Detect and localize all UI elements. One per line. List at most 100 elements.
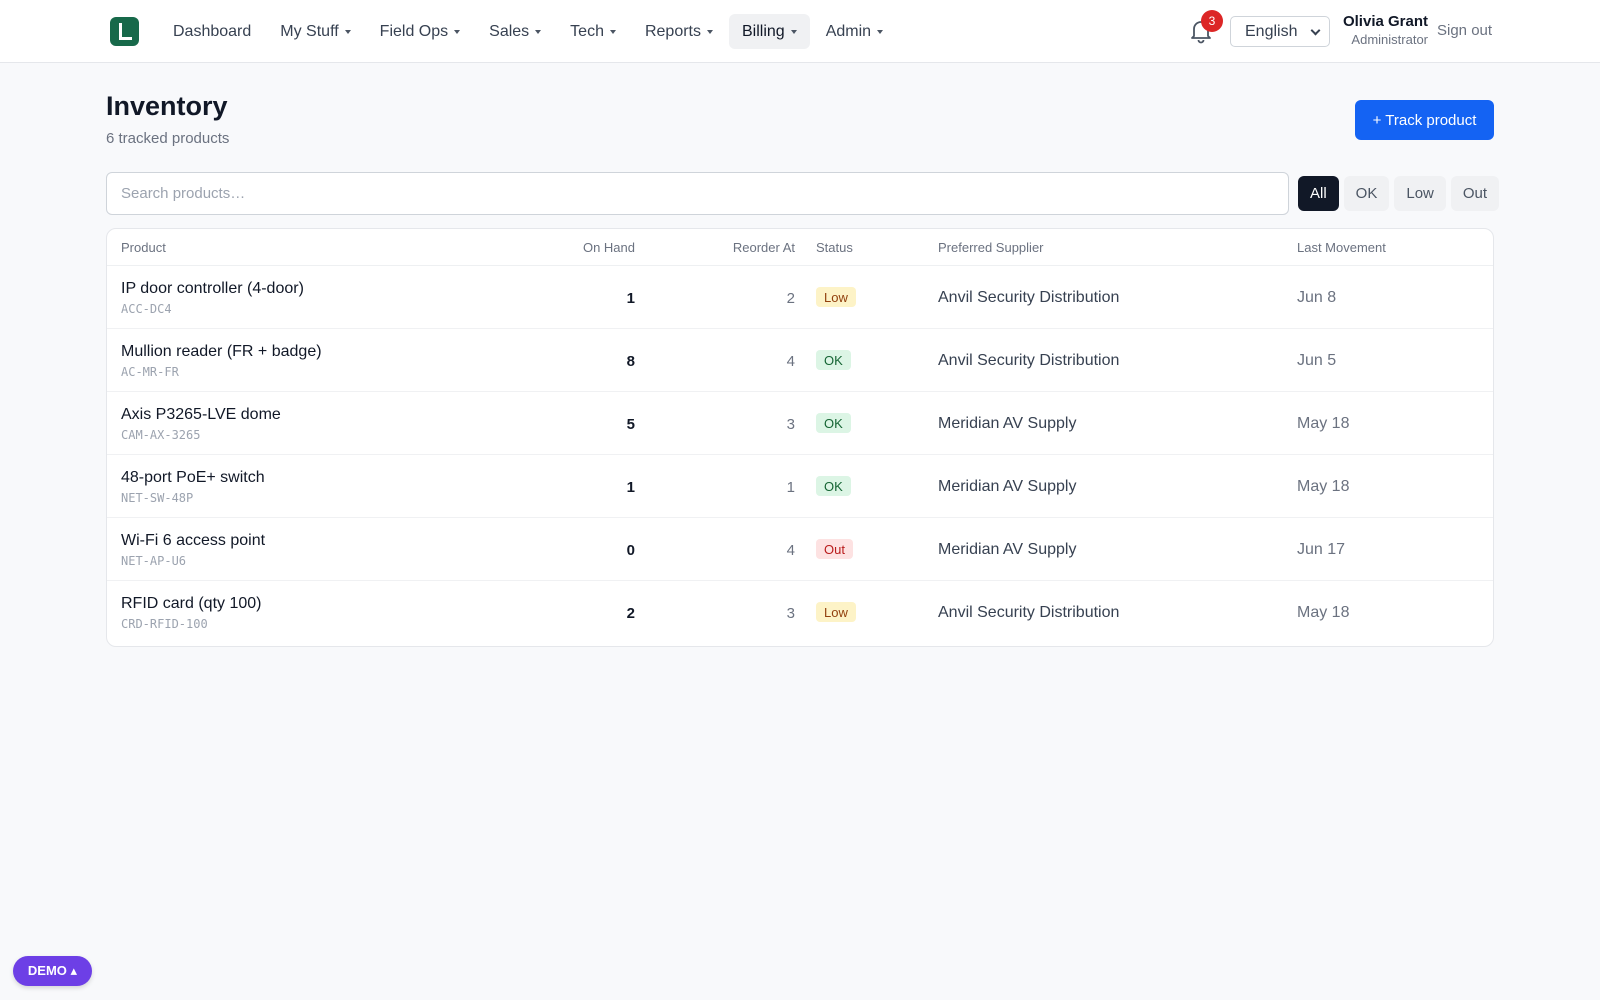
status-badge: Low [816,602,856,622]
last-movement-date: Jun 17 [1297,541,1346,558]
supplier-name: Meridian AV Supply [938,415,1077,432]
status-badge: OK [816,350,851,370]
caret-down-icon [454,30,461,34]
reorder-at-value: 4 [786,353,795,370]
nav-item-label: My Stuff [280,22,339,40]
nav-item-label: Admin [825,22,872,40]
search-placeholder: Search products… [121,185,246,202]
inventory-table: Product On Hand Reorder At Status Prefer… [106,228,1494,647]
language-select-value: English [1245,22,1298,40]
supplier-name: Meridian AV Supply [938,541,1077,558]
nav-item-admin[interactable]: Admin [813,14,896,49]
sign-out-link[interactable]: Sign out [1437,22,1492,39]
app-logo[interactable] [110,17,139,46]
main-nav: Dashboard My Stuff Field Ops Sales Tech Repor… [160,14,899,49]
on-hand-value: 1 [626,479,635,496]
nav-item-label: Reports [644,22,701,40]
supplier-name: Anvil Security Distribution [938,289,1120,306]
nav-item-label: Sales [489,22,530,40]
caret-down-icon [707,30,713,34]
demo-badge[interactable]: DEMO ▴ [13,956,92,986]
table-row[interactable]: Wi-Fi 6 access point NET-AP-U6 0 4 Out Meridi… [107,518,1493,581]
product-name: IP door controller (4-door) [121,280,304,297]
user-name: Olivia Grant [1342,13,1428,30]
reorder-at-value: 2 [786,290,795,307]
nav-item-label: Billing [742,22,785,40]
track-product-button[interactable]: + Track product [1355,100,1494,140]
table-row[interactable]: Mullion reader (FR + badge) AC-MR-FR 8 4 OK A… [107,329,1493,392]
status-badge: OK [816,413,851,433]
on-hand-value: 2 [626,605,635,622]
table-row[interactable]: 48-port PoE+ switch NET-SW-48P 1 1 OK Meridia… [107,455,1493,518]
nav-item-label: Tech [570,22,604,40]
table-row[interactable]: IP door controller (4-door) ACC-DC4 1 2 Low A… [107,266,1493,329]
nav-item-my-stuff[interactable]: My Stuff [267,14,363,49]
nav-item-label: Field Ops [379,22,449,40]
on-hand-value: 8 [626,353,635,370]
product-name: 48-port PoE+ switch [121,469,265,486]
product-sku: CAM-AX-3265 [121,428,201,442]
nav-item-tech[interactable]: Tech [557,14,629,49]
nav-item-sales[interactable]: Sales [476,14,554,49]
header-reorder-at[interactable]: Reorder At [733,240,795,255]
product-sku: CRD-RFID-100 [121,617,208,631]
search-input[interactable]: Search products… [106,172,1289,215]
status-filter-group: All OK Low Out [1298,176,1500,211]
supplier-name: Anvil Security Distribution [938,352,1120,369]
caret-down-icon [877,30,884,34]
page-subtitle: 6 tracked products [106,130,230,147]
last-movement-date: Jun 8 [1297,289,1337,306]
header-on-hand[interactable]: On Hand [583,240,635,255]
filter-out[interactable]: Out [1450,176,1500,211]
language-select[interactable]: English [1230,16,1330,47]
header-status[interactable]: Status [816,240,853,255]
last-movement-date: May 18 [1297,415,1350,432]
product-name: Wi-Fi 6 access point [121,532,266,549]
product-name: Mullion reader (FR + badge) [121,343,322,360]
filter-ok[interactable]: OK [1343,176,1390,211]
product-sku: AC-MR-FR [121,365,179,379]
status-badge: OK [816,476,851,496]
last-movement-date: May 18 [1297,478,1350,495]
header-last-movement[interactable]: Last Movement [1297,240,1386,255]
status-badge: Low [816,287,856,307]
header-supplier[interactable]: Preferred Supplier [938,240,1044,255]
product-name: RFID card (qty 100) [121,595,262,612]
table-row[interactable]: Axis P3265-LVE dome CAM-AX-3265 5 3 OK Meridi… [107,392,1493,455]
nav-item-billing[interactable]: Billing [729,14,810,49]
user-info: Olivia Grant Administrator [1340,13,1428,48]
user-role: Administrator [1351,32,1428,47]
on-hand-value: 1 [626,290,635,307]
reorder-at-value: 3 [786,416,795,433]
page-title: Inventory [106,91,228,121]
nav-item-dashboard[interactable]: Dashboard [160,14,264,49]
table-header: Product On Hand Reorder At Status Prefer… [107,229,1493,266]
filter-low[interactable]: Low [1394,176,1446,211]
on-hand-value: 5 [626,416,635,433]
product-sku: NET-AP-U6 [121,554,187,568]
last-movement-date: Jun 5 [1297,352,1337,369]
caret-down-icon [344,30,351,34]
filter-all[interactable]: All [1298,176,1339,211]
chevron-down-icon [1310,25,1321,36]
status-badge: Out [816,539,853,559]
reorder-at-value: 1 [786,479,795,496]
product-sku: NET-SW-48P [121,491,194,505]
reorder-at-value: 3 [786,605,795,622]
header-product[interactable]: Product [121,240,166,255]
notification-count-badge: 3 [1201,10,1223,32]
supplier-name: Anvil Security Distribution [938,604,1120,621]
nav-item-field-ops[interactable]: Field Ops [367,14,473,49]
reorder-at-value: 4 [786,542,795,559]
table-row[interactable]: RFID card (qty 100) CRD-RFID-100 2 3 Low Anvi… [107,581,1493,644]
product-sku: ACC-DC4 [121,302,172,316]
on-hand-value: 0 [626,542,635,559]
caret-down-icon [609,30,616,34]
product-name: Axis P3265-LVE dome [121,406,281,423]
last-movement-date: May 18 [1297,604,1350,621]
nav-item-label: Dashboard [173,22,252,40]
top-navbar: Dashboard My Stuff Field Ops Sales Tech Repor… [0,0,1600,63]
nav-item-reports[interactable]: Reports [632,14,726,49]
supplier-name: Meridian AV Supply [938,478,1077,495]
caret-down-icon [535,30,542,34]
